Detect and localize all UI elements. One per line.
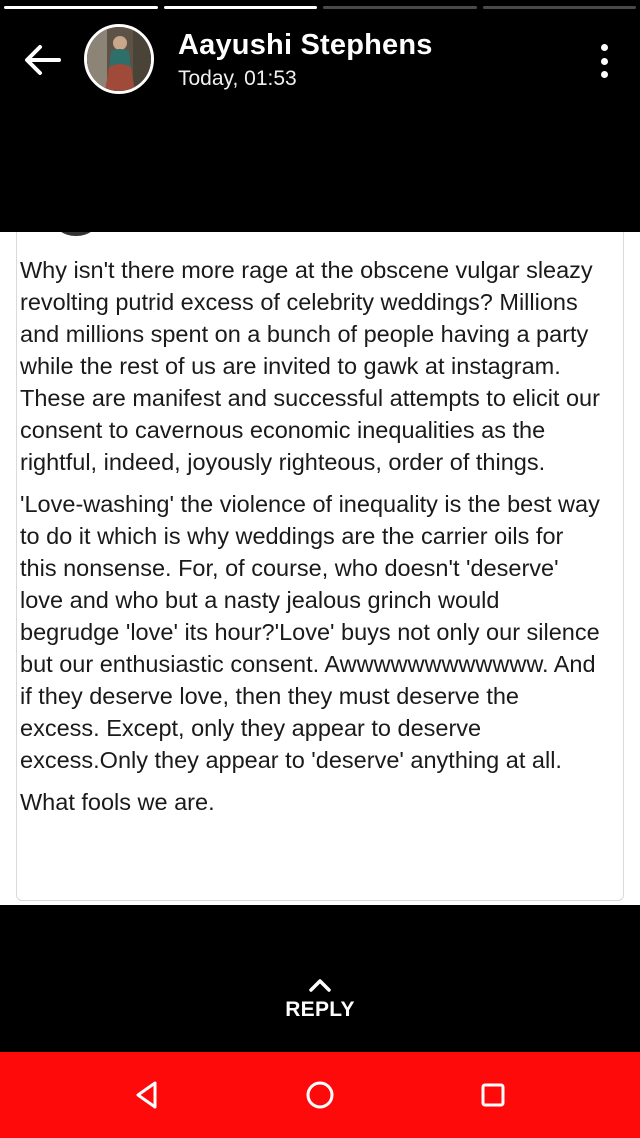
title-block: Aayushi Stephens Today, 01:53 (178, 28, 433, 94)
post-paragraph-3: What fools we are. (20, 789, 215, 815)
arrow-left-icon (25, 45, 61, 75)
nav-home-circle-icon (306, 1081, 334, 1109)
more-vertical-icon-dot-3 (600, 71, 608, 78)
nav-home-button[interactable] (290, 1065, 350, 1125)
cropped-avatar-edge (53, 232, 99, 236)
story-viewer-screen: Aayushi Stephens Today, 01:53 Why isn't … (0, 0, 640, 1138)
reply-label: REPLY (285, 998, 355, 1021)
progress-segment-3 (323, 6, 477, 9)
progress-segment-2 (163, 6, 317, 9)
nav-back-button[interactable] (117, 1065, 177, 1125)
chevron-up-icon (309, 979, 331, 992)
progress-segment-1 (4, 6, 158, 9)
contact-name: Aayushi Stephens (178, 29, 433, 61)
story-progress-bar (4, 6, 636, 9)
system-navigation-bar (0, 1052, 640, 1138)
more-options-button[interactable] (592, 44, 616, 78)
post-text: Why isn't there more rage at the obscene… (20, 254, 600, 828)
more-vertical-icon-dot-2 (600, 57, 608, 65)
progress-segment-4 (482, 6, 636, 9)
post-paragraph-1: Why isn't there more rage at the obscene… (20, 257, 600, 475)
avatar-image (87, 27, 151, 91)
more-vertical-icon-dot-1 (600, 44, 608, 51)
nav-back-triangle-icon (136, 1081, 157, 1109)
avatar[interactable] (84, 24, 154, 94)
story-header: Aayushi Stephens Today, 01:53 (0, 14, 640, 104)
story-content-image: Why isn't there more rage at the obscene… (0, 232, 640, 905)
nav-recents-square-icon (481, 1083, 505, 1107)
back-button[interactable] (20, 38, 64, 82)
timestamp: Today, 01:53 (178, 67, 297, 90)
reply-button[interactable]: REPLY (270, 976, 370, 1040)
nav-recents-button[interactable] (463, 1065, 523, 1125)
post-paragraph-2: 'Love-washing' the violence of inequalit… (20, 491, 600, 773)
